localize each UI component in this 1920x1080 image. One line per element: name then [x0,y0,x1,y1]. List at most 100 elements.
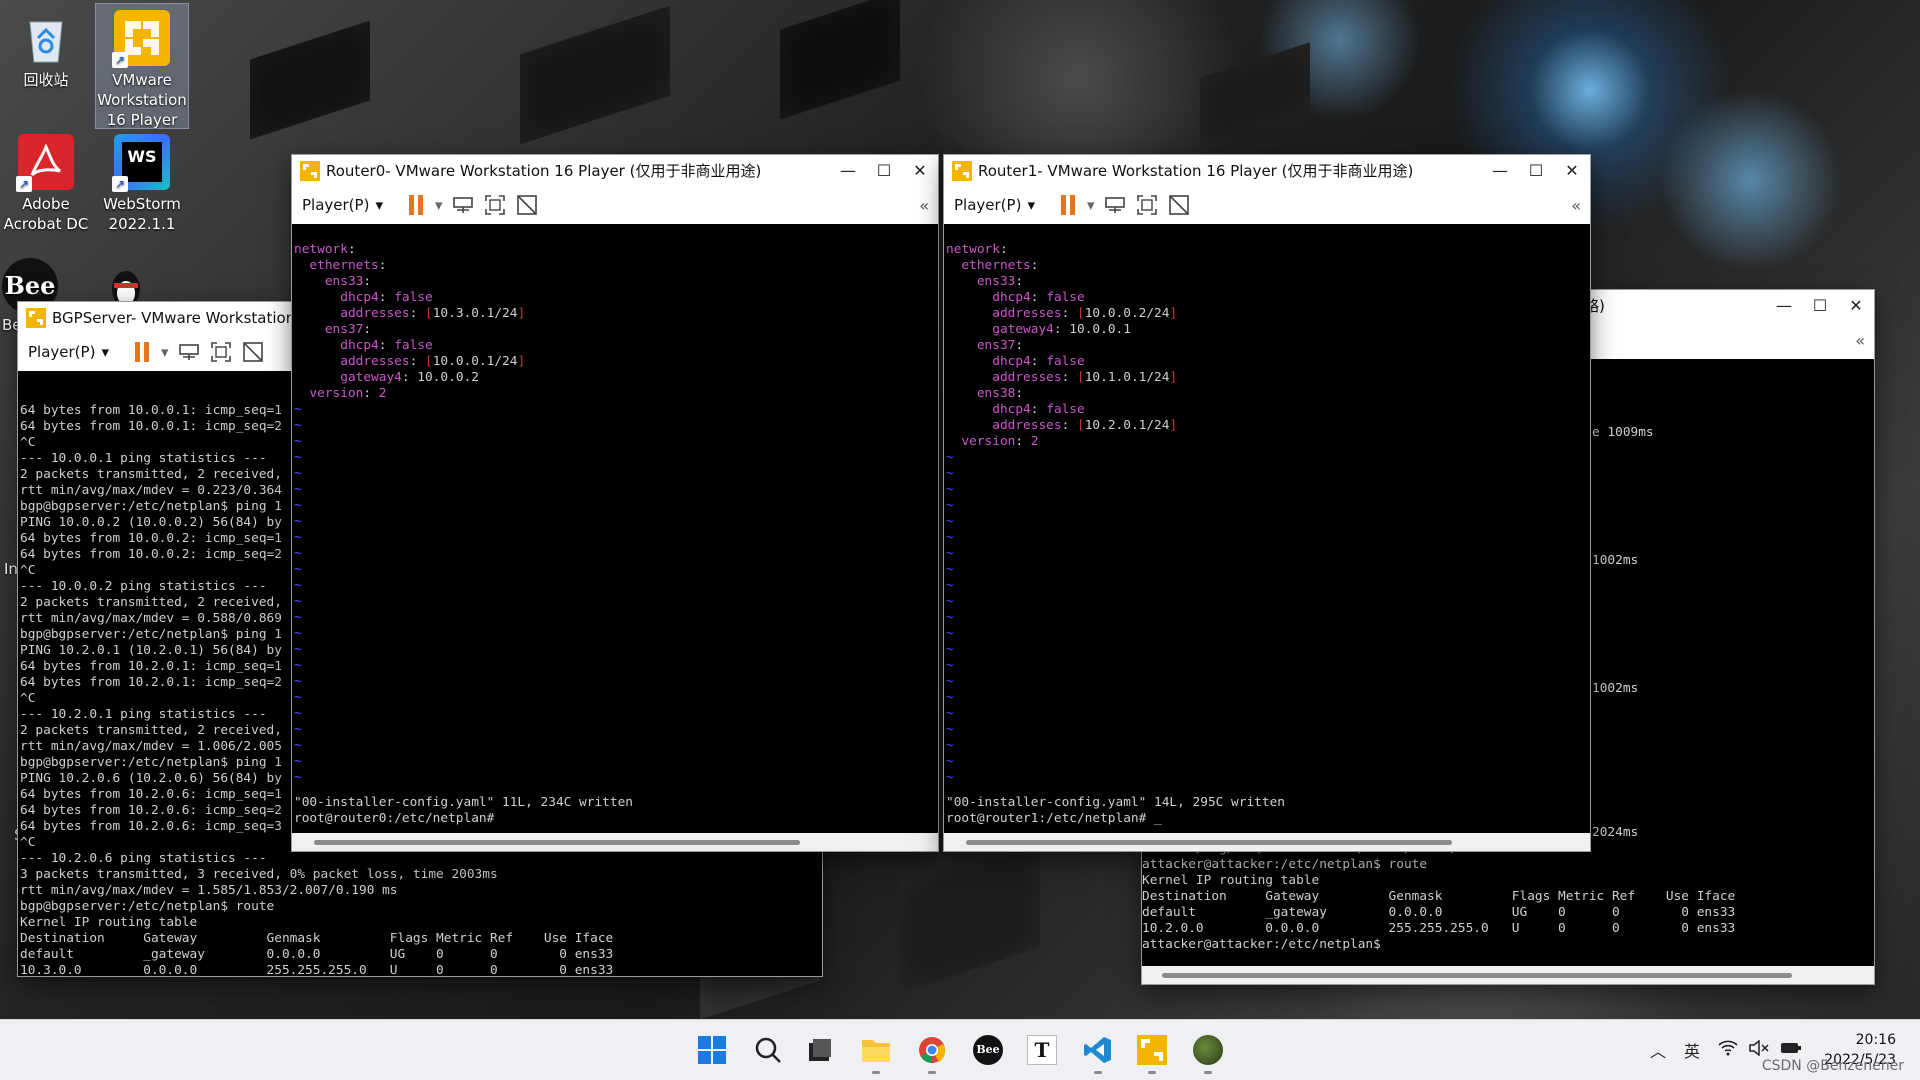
terminal-line: attacker@attacker:/etc/netplan$ route [1142,857,1428,872]
terminal-line: 3 packets transmitted, 3 received, 0% pa… [20,867,498,882]
fullscreen-icon[interactable] [209,338,233,366]
vim-tilde: ~ [946,594,954,609]
vim-tilde: ~ [294,450,302,465]
app-button[interactable] [1190,1032,1226,1074]
desktop-icon-vmware-player[interactable]: ↗ VMware Workstation 16 Player [95,3,189,129]
close-button[interactable]: ✕ [902,161,938,180]
horizontal-scrollbar[interactable] [292,833,938,851]
volume-muted-icon[interactable] [1748,1039,1770,1060]
file-explorer-button[interactable] [858,1032,894,1074]
terminal-line: attacker@attacker:/etc/netplan$ [1142,937,1381,952]
vim-tilde: ~ [294,658,302,673]
desktop-icon-webstorm[interactable]: WS ↗ WebStorm 2022.1.1 [96,128,188,234]
collapse-toolbar-icon[interactable]: « [1855,331,1865,350]
send-ctrl-alt-del-icon[interactable] [177,338,201,366]
window-titlebar[interactable]: Router0- VMware Workstation 16 Player (仅… [292,155,938,186]
send-ctrl-alt-del-icon[interactable] [451,191,475,219]
pause-button[interactable] [408,191,427,219]
chevron-down-icon[interactable]: ▾ [1087,191,1095,219]
terminal-screen[interactable]: network: ethernets: ens33: dhcp4: false … [944,224,1590,833]
vscode-button[interactable] [1080,1032,1116,1074]
vim-tilde: ~ [294,706,302,721]
vmware-player-button[interactable] [1134,1032,1170,1074]
folder-icon [862,1040,890,1062]
vim-tilde: ~ [946,466,954,481]
wifi-icon[interactable] [1718,1040,1738,1060]
start-button[interactable] [694,1032,730,1068]
window-title: Router1- VMware Workstation 16 Player (仅… [978,162,1414,180]
vim-tilde: ~ [294,418,302,433]
chevron-down-icon[interactable]: ▾ [435,191,443,219]
player-menu[interactable]: Player(P) ▾ [28,343,109,361]
unity-mode-icon[interactable] [1167,191,1191,219]
chevron-up-icon[interactable]: ︿ [1650,1038,1666,1062]
fullscreen-icon[interactable] [483,191,507,219]
fullscreen-icon[interactable] [1135,191,1159,219]
pause-button[interactable] [134,338,153,366]
minimize-button[interactable]: — [1766,296,1802,315]
desktop-icon-acrobat[interactable]: ↗ Adobe Acrobat DC [0,128,92,234]
desktop-icon-recycle-bin[interactable]: 回收站 [0,4,92,90]
vmware-logo-icon [26,307,46,328]
vim-tilde: ~ [946,450,954,465]
desktop-icon-label: WebStorm 2022.1.1 [103,195,181,233]
window-titlebar[interactable]: Router1- VMware Workstation 16 Player (仅… [944,155,1590,186]
player-menu[interactable]: Player(P) ▾ [954,196,1035,214]
vim-tilde: ~ [946,578,954,593]
vim-tilde: ~ [294,530,302,545]
vim-tilde: ~ [946,690,954,705]
vim-tilde: ~ [294,546,302,561]
terminal-fragment: 1002ms [1592,553,1639,568]
send-ctrl-alt-del-icon[interactable] [1103,191,1127,219]
horizontal-scrollbar[interactable] [944,833,1590,851]
vim-tilde: ~ [294,738,302,753]
terminal-line: Destination Gateway Genmask Flags Metric… [20,931,614,946]
avatar [1193,1035,1223,1065]
vmware-logo-icon [952,160,972,181]
pause-button[interactable] [1060,191,1079,219]
terminal-line: 10.3.0.0 0.0.0.0 255.255.255.0 U 0 0 0 e… [20,963,614,976]
typora-button[interactable]: T [1024,1032,1060,1068]
task-view-button[interactable] [802,1032,838,1068]
terminal-screen[interactable]: network: ethernets: ens33: dhcp4: false … [292,224,938,833]
beekeeper-button[interactable]: Bee [970,1032,1006,1068]
minimize-button[interactable]: — [830,161,866,180]
collapse-toolbar-icon[interactable]: « [919,196,929,215]
minimize-button[interactable]: — [1482,161,1518,180]
taskbar: Bee T ︿ 英 20:16 2022/5/23 [0,1019,1920,1080]
vm-window-router1[interactable]: Router1- VMware Workstation 16 Player (仅… [944,155,1590,851]
horizontal-scrollbar[interactable] [1142,966,1874,984]
window-title: Router0- VMware Workstation 16 Player (仅… [326,162,762,180]
desktop-icon-label: VMware Workstation 16 Player [97,71,187,129]
vim-tilde: ~ [946,754,954,769]
vim-tilde: ~ [294,434,302,449]
input-method-indicator[interactable]: 英 [1684,1038,1700,1062]
maximize-button[interactable]: ☐ [1802,296,1838,315]
player-menu[interactable]: Player(P) ▾ [302,196,383,214]
terminal-line: bgp@bgpserver:/etc/netplan$ route [20,899,275,914]
battery-icon[interactable] [1780,1040,1802,1060]
chevron-down-icon[interactable]: ▾ [161,338,169,366]
terminal-output: rtt min/avg/max/mdev = 0.584/1.183/1.305… [1142,841,1735,953]
vim-tilde: ~ [946,722,954,737]
terminal-line: Destination Gateway Genmask Flags Metric… [1142,889,1736,904]
search-button[interactable] [750,1032,786,1068]
vim-tilde: ~ [946,706,954,721]
maximize-button[interactable]: ☐ [866,161,902,180]
clock-time: 20:16 [1855,1032,1896,1048]
vim-tilde: ~ [946,642,954,657]
vm-window-router0[interactable]: Router0- VMware Workstation 16 Player (仅… [292,155,938,851]
terminal-line: default _gateway 0.0.0.0 UG 0 0 0 ens33 [20,947,614,962]
vmware-icon [1137,1035,1167,1065]
unity-mode-icon[interactable] [241,338,265,366]
vim-tilde: ~ [946,546,954,561]
vim-tilde: ~ [946,514,954,529]
unity-mode-icon[interactable] [515,191,539,219]
close-button[interactable]: ✕ [1838,296,1874,315]
collapse-toolbar-icon[interactable]: « [1571,196,1581,215]
vim-tilde: ~ [294,626,302,641]
close-button[interactable]: ✕ [1554,161,1590,180]
desktop-icon-label: Adobe Acrobat DC [3,195,89,233]
maximize-button[interactable]: ☐ [1518,161,1554,180]
chrome-button[interactable] [914,1032,950,1074]
